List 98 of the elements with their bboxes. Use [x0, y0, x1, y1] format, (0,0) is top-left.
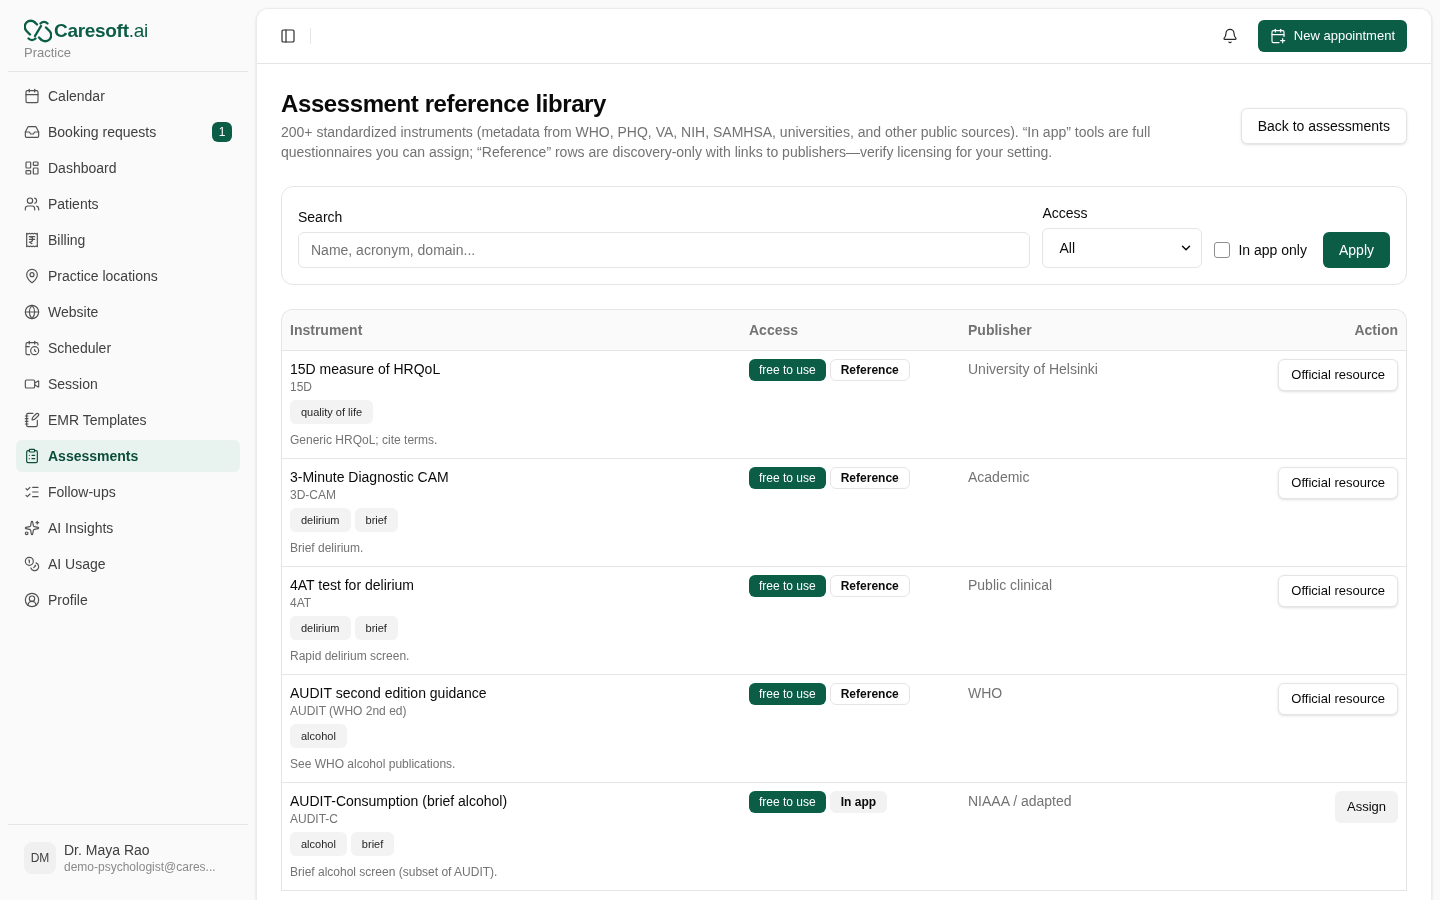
instrument-acronym: AUDIT-C: [290, 811, 338, 827]
column-header: Access: [749, 320, 799, 340]
instrument-name: AUDIT second edition guidance: [290, 684, 487, 703]
column-header: Instrument: [290, 320, 363, 340]
instrument-note: See WHO alcohol publications.: [290, 756, 456, 772]
search-label: Search: [298, 208, 344, 227]
workspace-subtitle: Practice: [24, 45, 72, 61]
nav-item[interactable]: Practice locations: [16, 260, 240, 292]
access-badge: In app: [829, 791, 888, 813]
list-checks-icon: [24, 484, 40, 500]
access-badge: Reference: [829, 359, 910, 381]
page-title: Assessment reference library: [281, 89, 607, 119]
nav-item[interactable]: Calendar: [16, 80, 240, 112]
official-resource-button[interactable]: Official resource: [1278, 575, 1398, 607]
instrument-acronym: 3D-CAM: [290, 487, 336, 503]
instrument-note: Brief delirium.: [290, 540, 364, 556]
publisher-text: Academic: [968, 468, 1031, 487]
globe-icon: [24, 304, 40, 320]
back-button[interactable]: Back to assessments: [1240, 108, 1407, 144]
sparkles-icon: [24, 520, 40, 536]
instrument-acronym: AUDIT (WHO 2nd ed): [290, 703, 407, 719]
checkbox-label: In app only: [1238, 240, 1307, 260]
access-badge: Reference: [829, 683, 910, 705]
domain-tag: alcohol: [290, 724, 347, 748]
map-pin-icon: [24, 268, 40, 284]
calendar-plus-icon: [1269, 28, 1286, 44]
instrument-note: Rapid delirium screen.: [290, 648, 410, 664]
inbox-icon: [24, 124, 40, 140]
domain-tag: delirium: [290, 616, 351, 640]
official-resource-button[interactable]: Official resource: [1278, 359, 1398, 391]
nav-item[interactable]: Assessments: [16, 440, 240, 472]
nav-item[interactable]: Profile: [16, 584, 240, 616]
receipt-icon: [24, 232, 40, 248]
domain-tag: brief: [354, 508, 398, 532]
official-resource-button[interactable]: Official resource: [1278, 683, 1398, 715]
instrument-note: Brief alcohol screen (subset of AUDIT).: [290, 864, 498, 880]
page-description: 200+ standardized instruments (metadata from WHO, PHQ, VA, NIH, SAMHSA, universities, and other public sources). “In app” tools are full questionnaires you can assign; “Reference” rows are discovery-only with links to publishers—verify licensing for your setting.: [281, 123, 1152, 162]
domain-tag: alcohol: [290, 832, 347, 856]
nav-item[interactable]: AI Usage: [16, 548, 240, 580]
license-badge: free to use: [749, 575, 826, 597]
checkbox[interactable]: [1214, 242, 1231, 258]
bell-icon: [1221, 28, 1238, 44]
column-header: Action: [1354, 320, 1398, 340]
publisher-text: University of Helsinki: [968, 360, 1099, 379]
assign-button[interactable]: Assign: [1334, 791, 1398, 823]
instrument-name: 3-Minute Diagnostic CAM: [290, 468, 449, 487]
access-badge: Reference: [829, 467, 910, 489]
instrument-note: Generic HRQoL; cite terms.: [290, 432, 438, 448]
nav-item[interactable]: Booking requests 1: [16, 116, 240, 148]
nav-item[interactable]: Session: [16, 368, 240, 400]
access-badge: Reference: [829, 575, 910, 597]
calendar-icon: [24, 88, 40, 104]
users-icon: [24, 196, 40, 212]
publisher-text: NIAAA / adapted: [968, 792, 1073, 811]
apply-button[interactable]: Apply: [1322, 232, 1390, 268]
dashboard-icon: [24, 160, 40, 176]
access-select[interactable]: All: [1042, 228, 1203, 268]
instrument-name: 15D measure of HRQoL: [290, 360, 441, 379]
coins-icon: [24, 556, 40, 572]
license-badge: free to use: [749, 791, 826, 813]
video-camera-icon: [24, 376, 40, 392]
domain-tag: quality of life: [290, 400, 374, 424]
nav-item[interactable]: Website: [16, 296, 240, 328]
nav-item[interactable]: Patients: [16, 188, 240, 220]
nav-item[interactable]: AI Insights: [16, 512, 240, 544]
user-email: demo-psychologist@cares...: [64, 859, 216, 875]
instrument-acronym: 4AT: [290, 595, 312, 611]
calendar-clock-icon: [24, 340, 40, 356]
instrument-acronym: 15D: [290, 379, 312, 395]
logo-icon: [24, 18, 52, 44]
notebook-pen-icon: [24, 412, 40, 428]
nav-item[interactable]: Follow-ups: [16, 476, 240, 508]
license-badge: free to use: [749, 359, 826, 381]
new-appointment-button[interactable]: New appointment: [1257, 20, 1407, 52]
domain-tag: delirium: [290, 508, 351, 532]
nav-item[interactable]: Dashboard: [16, 152, 240, 184]
count-badge: 1: [212, 122, 232, 142]
license-badge: free to use: [749, 467, 826, 489]
user-name: Dr. Maya Rao: [64, 841, 151, 859]
nav-item[interactable]: Billing: [16, 224, 240, 256]
access-label: Access: [1042, 204, 1089, 223]
clipboard-list-icon: [24, 448, 40, 464]
brand-logo-text: Caresoft.ai: [54, 19, 148, 43]
license-badge: free to use: [749, 683, 826, 705]
instrument-name: AUDIT-Consumption (brief alcohol): [290, 792, 508, 811]
nav-item[interactable]: Scheduler: [16, 332, 240, 364]
publisher-text: WHO: [968, 684, 1004, 703]
avatar: DM: [24, 842, 56, 874]
publisher-text: Public clinical: [968, 576, 1054, 595]
user-circle-icon: [24, 592, 40, 608]
column-header: Publisher: [968, 320, 1032, 340]
panel-left-icon: [280, 28, 296, 44]
instrument-name: 4AT test for delirium: [290, 576, 414, 595]
domain-tag: brief: [354, 616, 398, 640]
nav-item[interactable]: EMR Templates: [16, 404, 240, 436]
search-field[interactable]: Name, acronym, domain...: [298, 232, 1031, 268]
official-resource-button[interactable]: Official resource: [1278, 467, 1398, 499]
domain-tag: brief: [350, 832, 395, 856]
